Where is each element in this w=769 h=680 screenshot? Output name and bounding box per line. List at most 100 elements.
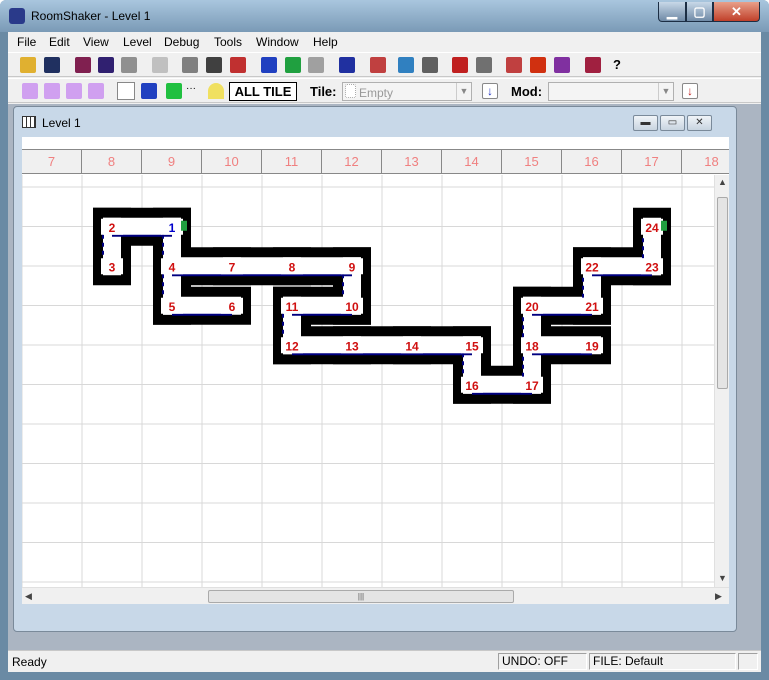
tile-select[interactable]: Empty ▼ <box>342 82 472 101</box>
tile-select-value: Empty <box>359 86 394 100</box>
vertical-scroll-thumb[interactable] <box>717 197 728 389</box>
apply-tile-icon[interactable]: ↓ <box>482 83 498 99</box>
room-swap-icon[interactable] <box>206 57 222 73</box>
grid-icon <box>22 116 36 128</box>
maximize-button[interactable]: ▢ <box>686 2 713 22</box>
level-map[interactable]: 1 2 3 4 5 6 7 8 9 10 11 12 13 14 15 16 17 18 19 20 21 22 23 24 <box>22 175 715 604</box>
horizontal-scroll-thumb[interactable]: ||| <box>208 590 514 603</box>
level-child-window: Level 1 ▬ ▭ ✕ 7 8 9 10 11 12 13 14 15 16 17 18 1234… <box>13 106 737 632</box>
scroll-up-icon[interactable]: ▲ <box>718 177 727 187</box>
apply-mod-icon[interactable]: ↓ <box>682 83 698 99</box>
ruler-column-7: 7 <box>22 150 82 173</box>
scroll-down-icon[interactable]: ▼ <box>718 573 727 583</box>
app-icon <box>9 8 25 24</box>
rewind-icon[interactable] <box>339 57 355 73</box>
help-icon[interactable]: ? <box>609 57 625 73</box>
menu-tools[interactable]: Tools <box>214 35 242 49</box>
child-close-button[interactable]: ✕ <box>687 115 712 131</box>
save-all-icon[interactable] <box>98 57 114 73</box>
scroll-left-icon[interactable]: ◀ <box>25 591 32 602</box>
revert-icon[interactable] <box>121 57 137 73</box>
chevron-down-icon[interactable]: ▼ <box>658 83 673 100</box>
room-label-8: 8 <box>289 260 296 274</box>
chevron-down-icon[interactable]: ▼ <box>456 83 471 100</box>
menu-view[interactable]: View <box>83 35 109 49</box>
open-icon[interactable] <box>20 57 36 73</box>
ruler-column-14: 14 <box>442 150 502 173</box>
map-icon[interactable] <box>398 57 414 73</box>
menu-level[interactable]: Level <box>123 35 152 49</box>
run-icon[interactable] <box>506 57 522 73</box>
vertical-scrollbar[interactable]: ▲ ▼ <box>714 175 729 587</box>
arrow-right-icon[interactable] <box>44 83 60 99</box>
menu-bar: File Edit View Level Debug Tools Window … <box>8 32 761 52</box>
all-tile-button[interactable]: ALL TILE <box>229 82 297 101</box>
room-link-icon[interactable] <box>230 57 246 73</box>
book-icon[interactable] <box>585 57 601 73</box>
app-window: RoomShaker - Level 1 ▁ ▢ ✕ File Edit Vie… <box>0 0 769 680</box>
arrow-down-icon[interactable] <box>88 83 104 99</box>
room-label-11: 11 <box>286 300 299 314</box>
ruler-column-15: 15 <box>502 150 562 173</box>
guard-one-icon[interactable] <box>308 57 324 73</box>
room-map[interactable]: 123 45 67 8 9101112 13 14 1516 1718 1920 2122 2324 <box>22 175 715 604</box>
ruler-column-17: 17 <box>622 150 682 173</box>
room-label-20: 20 <box>525 300 539 314</box>
undo-icon[interactable] <box>152 57 168 73</box>
room-label-9: 9 <box>349 260 356 274</box>
ruler-column-11: 11 <box>262 150 322 173</box>
ruler-column-10: 10 <box>202 150 262 173</box>
mdi-area: Level 1 ▬ ▭ ✕ 7 8 9 10 11 12 13 14 15 16 17 18 1234… <box>8 104 761 650</box>
grid-red-icon[interactable] <box>452 57 468 73</box>
tile-label: Tile: <box>310 84 337 99</box>
palette-icon[interactable] <box>370 57 386 73</box>
room-label-12: 12 <box>285 339 299 353</box>
ruler-column-16: 16 <box>562 150 622 173</box>
title-bar[interactable]: RoomShaker - Level 1 ▁ ▢ ✕ <box>0 0 769 32</box>
scroll-right-icon[interactable]: ▶ <box>715 591 722 602</box>
page-icon[interactable] <box>117 82 135 100</box>
menu-help[interactable]: Help <box>313 35 338 49</box>
room-label-10: 10 <box>345 300 359 314</box>
child-minimize-button[interactable]: ▬ <box>633 115 658 131</box>
save-as-icon[interactable] <box>75 57 91 73</box>
minimize-button[interactable]: ▁ <box>658 2 686 22</box>
arrow-left-icon[interactable] <box>22 83 38 99</box>
child-restore-button[interactable]: ▭ <box>660 115 685 131</box>
room-label-15: 15 <box>465 339 479 353</box>
ruler-column-8: 8 <box>82 150 142 173</box>
menu-file[interactable]: File <box>17 35 36 49</box>
table-icon[interactable] <box>476 57 492 73</box>
status-ready: Ready <box>12 655 47 669</box>
guard-prev-icon[interactable] <box>261 57 277 73</box>
horizontal-scrollbar[interactable]: ◀ ||| ▶ <box>22 587 729 604</box>
ruler-column-12: 12 <box>322 150 382 173</box>
room-label-7: 7 <box>229 260 236 274</box>
guard-next-icon[interactable] <box>285 57 301 73</box>
green-block-icon[interactable] <box>166 83 182 99</box>
room-label-17: 17 <box>525 379 539 393</box>
menu-window[interactable]: Window <box>256 35 299 49</box>
room-label-5: 5 <box>169 300 176 314</box>
copy-icon[interactable] <box>182 57 198 73</box>
dots-icon[interactable]: ··· <box>186 83 202 99</box>
room-label-1: 1 <box>169 221 176 235</box>
close-button[interactable]: ✕ <box>713 2 760 22</box>
room-label-3: 3 <box>109 260 116 274</box>
mod-select[interactable]: ▼ <box>548 82 674 101</box>
arrow-up-icon[interactable] <box>66 83 82 99</box>
room-label-23: 23 <box>645 260 659 274</box>
menu-edit[interactable]: Edit <box>49 35 70 49</box>
blocks-icon[interactable] <box>554 57 570 73</box>
room-label-14: 14 <box>405 339 419 353</box>
level-viewport[interactable]: 7 8 9 10 11 12 13 14 15 16 17 18 1 2 3 4 5 6 7 8 9 10 11 12 13 1… <box>22 137 729 604</box>
arch-icon[interactable] <box>208 83 224 99</box>
dosbox-icon[interactable] <box>530 57 546 73</box>
list-icon[interactable] <box>422 57 438 73</box>
save-icon[interactable] <box>44 57 60 73</box>
parallelogram-icon[interactable] <box>141 83 157 99</box>
room-label-16: 16 <box>465 379 479 393</box>
room-label-2: 2 <box>109 221 116 235</box>
menu-debug[interactable]: Debug <box>164 35 199 49</box>
room-label-21: 21 <box>585 300 599 314</box>
